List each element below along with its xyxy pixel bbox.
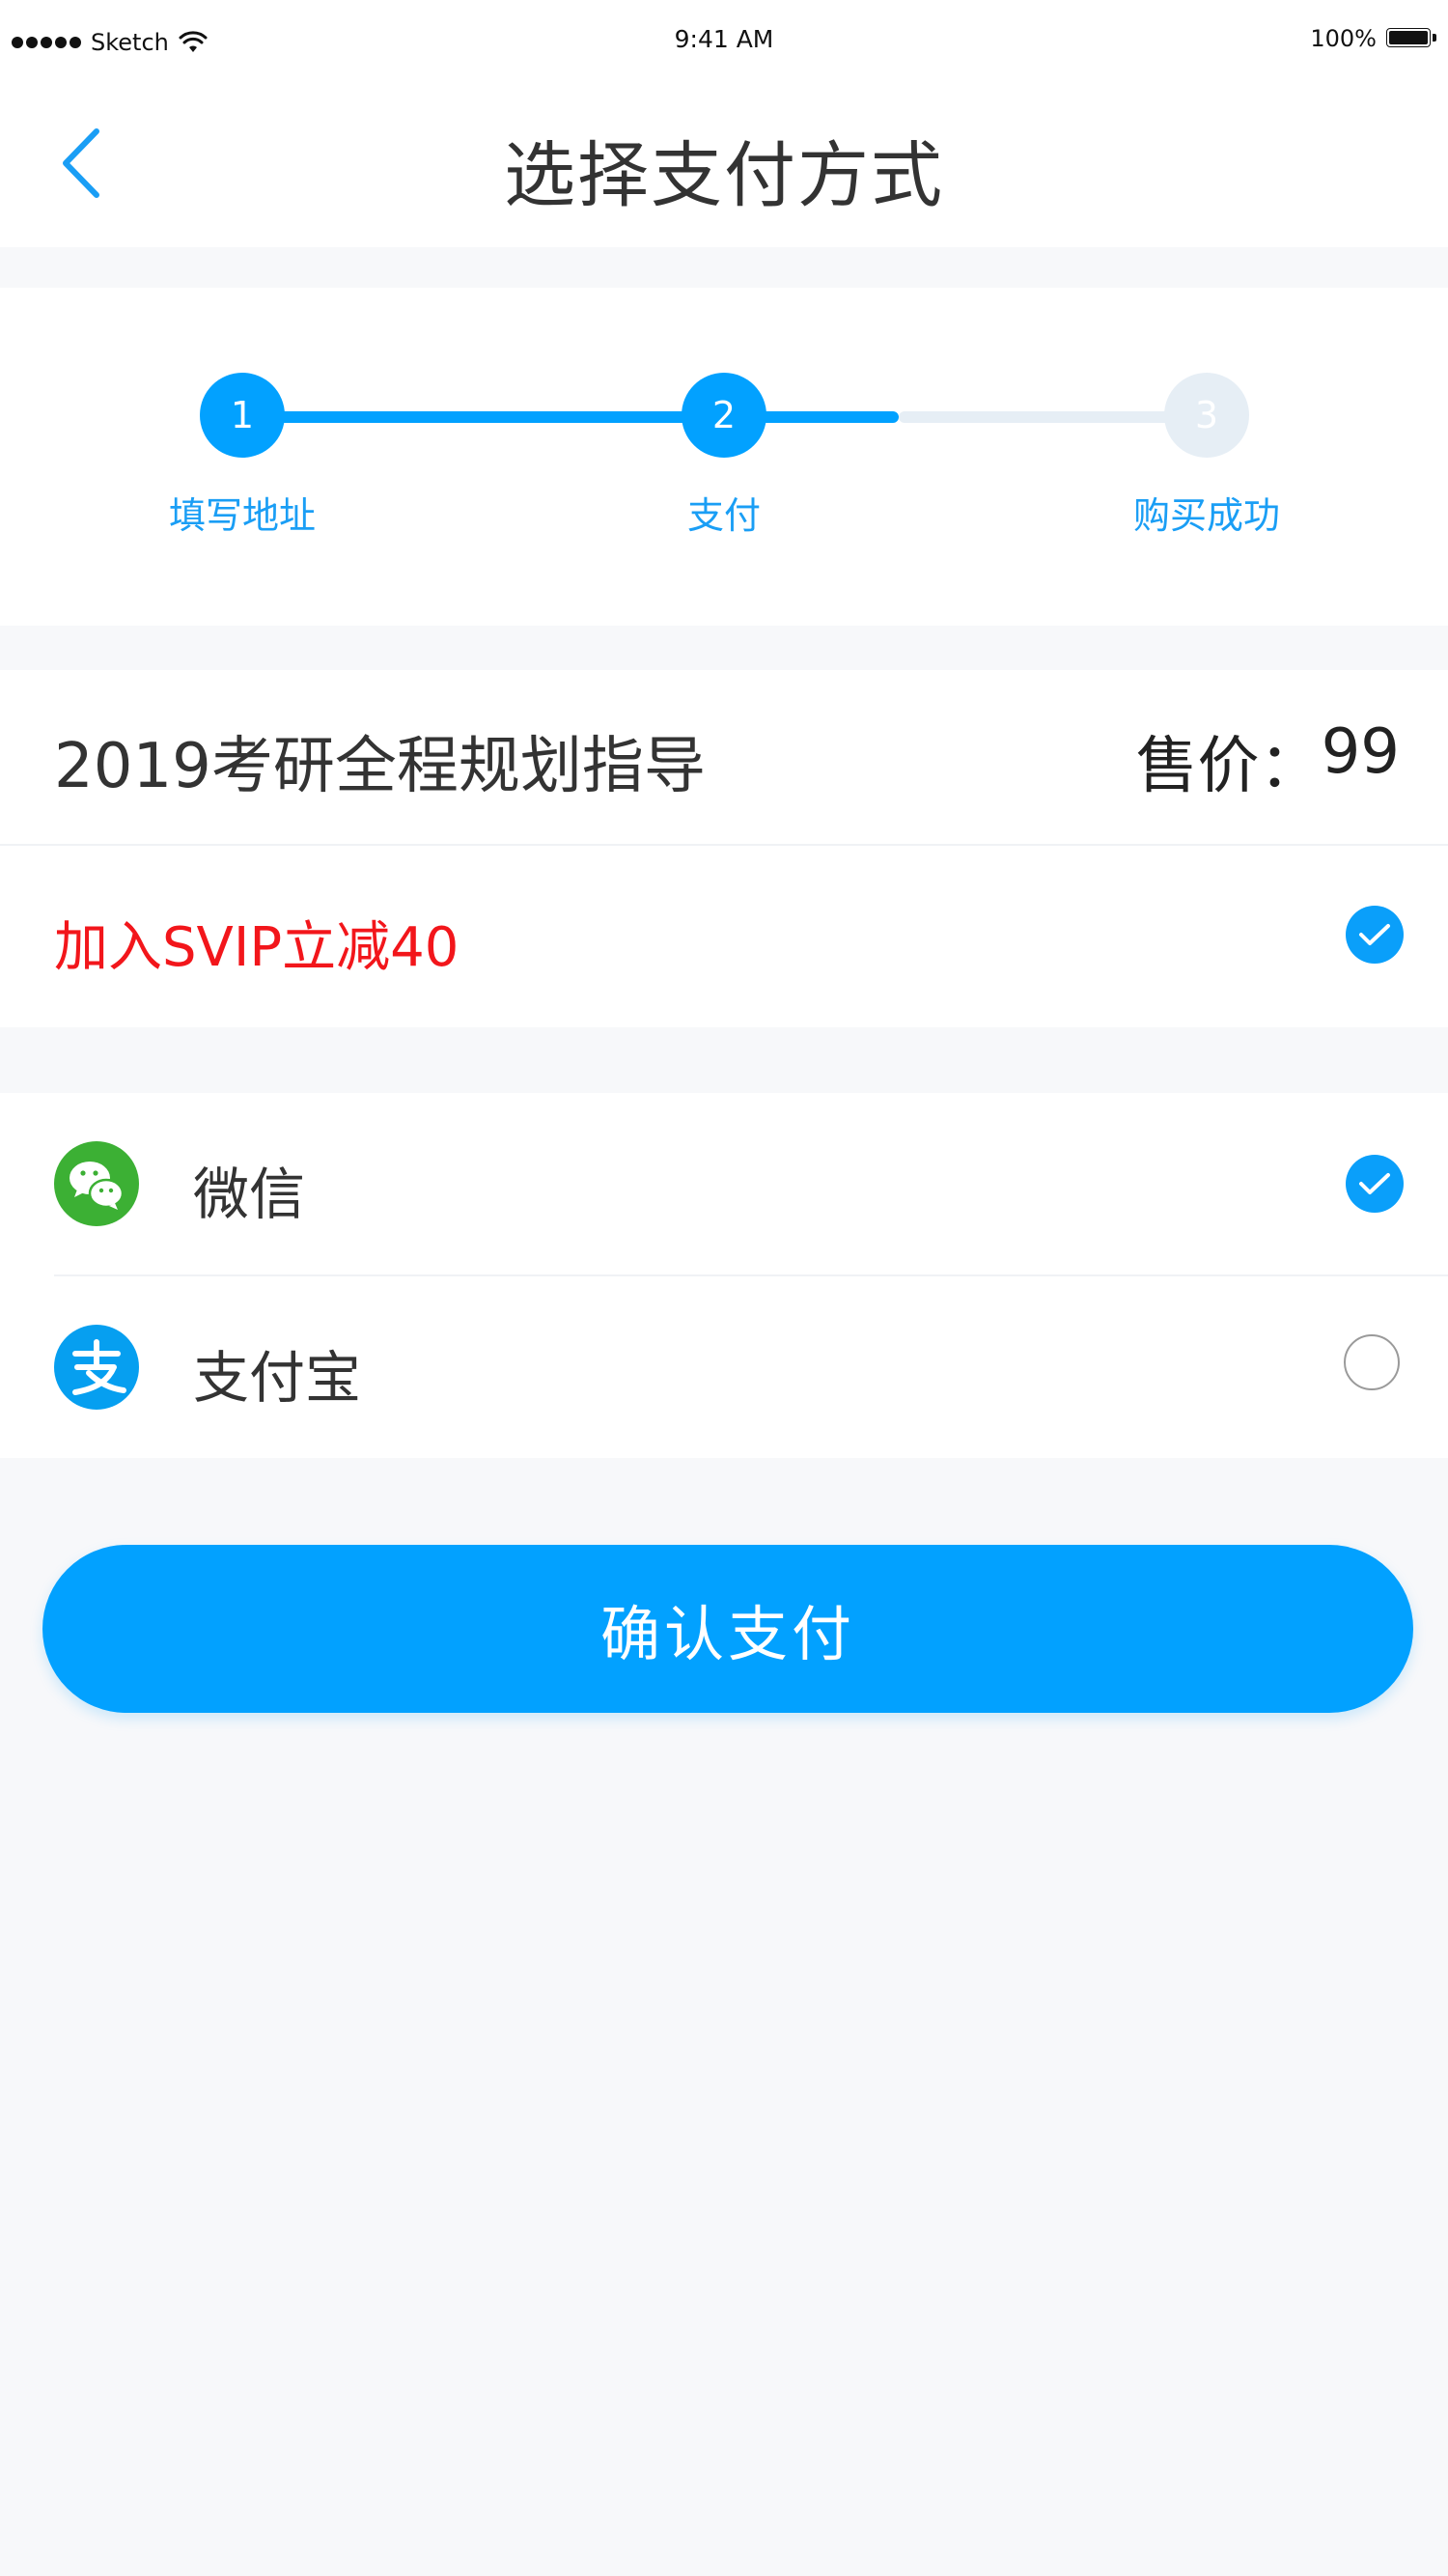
step-3-circle: 3 xyxy=(1164,373,1249,458)
step-2-circle: 2 xyxy=(682,373,766,458)
checkmark-icon xyxy=(1359,1173,1390,1194)
status-time: 9:41 AM xyxy=(674,25,774,53)
step-1-label: 填写地址 xyxy=(168,494,316,537)
product-price: 售价： 99 xyxy=(1136,716,1400,805)
status-bar: Sketch 9:41 AM 100% xyxy=(0,0,1448,81)
payment-methods: 微信 支付宝 xyxy=(0,1093,1448,1458)
step-1-circle: 1 xyxy=(200,373,285,458)
battery-icon xyxy=(1386,28,1436,49)
order-summary: 2019考研全程规划指导 售价： 99 加入SVIP立减40 xyxy=(0,670,1448,1027)
payment-option-wechat[interactable]: 微信 xyxy=(0,1093,1448,1274)
product-name: 2019考研全程规划指导 xyxy=(54,731,706,802)
svip-checkbox[interactable] xyxy=(1346,906,1404,964)
step-2-label: 支付 xyxy=(686,494,761,537)
payment-label-wechat: 微信 xyxy=(193,1162,306,1227)
status-right: 100% xyxy=(1310,21,1436,56)
alipay-unselected-radio[interactable] xyxy=(1344,1334,1400,1390)
step-3-label: 购买成功 xyxy=(1132,494,1280,537)
svip-discount-row[interactable]: 加入SVIP立减40 xyxy=(0,846,1448,1027)
page-title: 选择支付方式 xyxy=(504,134,944,217)
wechat-selected-radio[interactable] xyxy=(1346,1155,1404,1213)
wechat-icon xyxy=(54,1141,139,1226)
nav-bar: 选择支付方式 xyxy=(0,81,1448,247)
payment-option-alipay[interactable]: 支付宝 xyxy=(0,1276,1448,1458)
payment-page: Sketch 9:41 AM 100% 选择支付方式 1 2 3 填写地址 支付… xyxy=(0,0,1448,2576)
product-row: 2019考研全程规划指导 售价： 99 xyxy=(0,670,1448,844)
battery-percent: 100% xyxy=(1310,25,1377,52)
payment-label-alipay: 支付宝 xyxy=(193,1345,362,1411)
step-progress-active xyxy=(243,411,899,423)
checkmark-icon xyxy=(1359,924,1390,945)
price-label: 售价： xyxy=(1135,731,1322,802)
alipay-icon xyxy=(54,1325,139,1410)
svip-discount-label: 加入SVIP立减40 xyxy=(54,916,459,979)
confirm-payment-button[interactable]: 确认支付 xyxy=(42,1545,1413,1713)
step-indicator: 1 2 3 填写地址 支付 购买成功 xyxy=(0,288,1448,626)
step-progress-remaining xyxy=(899,411,1207,423)
price-value: 99 xyxy=(1321,716,1400,788)
